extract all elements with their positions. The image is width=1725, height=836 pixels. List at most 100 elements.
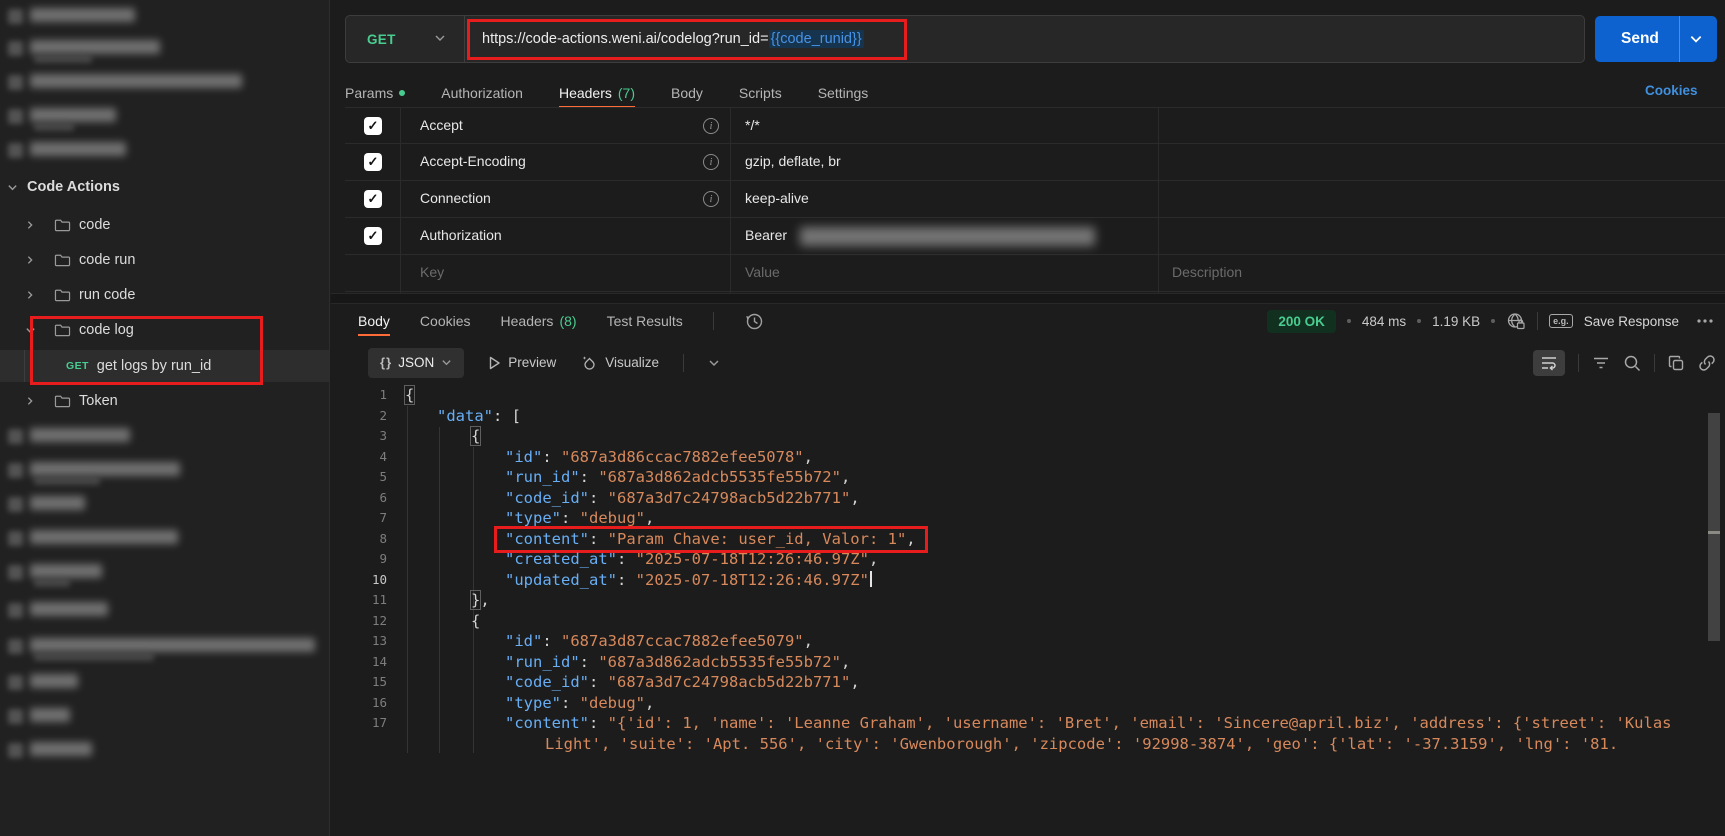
more-options-icon[interactable]: [1696, 318, 1714, 324]
editor-scrollbar[interactable]: [1708, 413, 1720, 641]
line-number: 6: [357, 488, 387, 509]
redacted-sublabel: [34, 55, 92, 63]
status-badge[interactable]: 200 OK: [1267, 310, 1336, 333]
header-value[interactable]: Bearer: [745, 227, 787, 243]
line-number: 16: [357, 693, 387, 714]
value-placeholder[interactable]: Value: [745, 264, 780, 280]
sidebar-folder-code[interactable]: code: [0, 210, 330, 240]
line-number: 15: [357, 672, 387, 693]
braces-icon: { }: [380, 355, 391, 370]
text-cursor: [870, 571, 872, 587]
method-dropdown[interactable]: GET: [346, 31, 464, 47]
globe-lock-icon[interactable]: [1506, 311, 1526, 331]
code-line: 14"run_id": "687a3d862adcb5535fe55b72",: [405, 652, 1690, 673]
header-value[interactable]: */*: [745, 117, 760, 133]
send-button[interactable]: Send: [1595, 16, 1717, 62]
code-line: 6"code_id": "687a3d7c24798acb5d22b771",: [405, 488, 1690, 509]
search-icon[interactable]: [1623, 354, 1641, 372]
header-value[interactable]: keep-alive: [745, 190, 809, 206]
folder-label: code log: [79, 322, 134, 338]
history-icon[interactable]: [744, 311, 764, 331]
code-line: 3{: [405, 426, 1690, 447]
response-time[interactable]: 484 ms: [1362, 314, 1406, 329]
sidebar-collection-code-actions[interactable]: Code Actions: [0, 172, 330, 202]
section-divider[interactable]: [331, 293, 1725, 304]
chevron-down-icon[interactable]: [708, 357, 720, 369]
code-line: 13"id": "687a3d87ccac7882efee5079",: [405, 631, 1690, 652]
redacted-icon: [8, 463, 23, 478]
redacted-sublabel: [34, 579, 70, 587]
tab-params[interactable]: Params: [345, 79, 405, 107]
tab-settings[interactable]: Settings: [818, 79, 869, 107]
code-line: 4"id": "687a3d86ccac7882efee5078",: [405, 447, 1690, 468]
filter-icon[interactable]: [1592, 356, 1610, 370]
checkbox-checked[interactable]: ✓: [364, 227, 382, 245]
tab-response-cookies[interactable]: Cookies: [420, 307, 471, 335]
header-key[interactable]: Connection: [420, 190, 491, 206]
copy-icon[interactable]: [1668, 355, 1685, 372]
visualize-button[interactable]: Visualize: [580, 354, 659, 372]
column-divider: [400, 107, 401, 293]
sidebar-request-get-logs-by-run-id[interactable]: GET get logs by run_id: [0, 350, 330, 382]
collections-sidebar: Code Actions code code run: [0, 0, 330, 836]
redacted-sublabel: [34, 477, 100, 485]
line-number: 7: [357, 508, 387, 529]
response-size[interactable]: 1.19 KB: [1432, 314, 1480, 329]
tab-headers[interactable]: Headers(7): [559, 79, 635, 107]
key-placeholder[interactable]: Key: [420, 264, 444, 280]
preview-button[interactable]: Preview: [488, 355, 556, 370]
line-number: 14: [357, 652, 387, 673]
save-response-button[interactable]: Save Response: [1584, 314, 1679, 329]
code-line: 2"data": [: [405, 406, 1690, 427]
redacted-label: [30, 428, 130, 442]
json-code: 1{2"data": [3{4"id": "687a3d86ccac7882ef…: [405, 385, 1690, 754]
tab-test-results[interactable]: Test Results: [607, 307, 683, 335]
wrap-text-icon[interactable]: [1533, 350, 1565, 376]
divider: [1537, 312, 1538, 330]
tab-authorization[interactable]: Authorization: [441, 79, 523, 107]
tab-response-headers[interactable]: Headers(8): [501, 307, 577, 335]
tree-indent-guide: [24, 350, 25, 382]
redacted-bearer-token: [800, 227, 1095, 246]
redacted-icon: [8, 565, 23, 580]
checkbox-checked[interactable]: ✓: [364, 190, 382, 208]
description-placeholder[interactable]: Description: [1172, 264, 1242, 280]
tab-body[interactable]: Body: [671, 79, 703, 107]
link-icon[interactable]: [1698, 354, 1716, 372]
line-number: 1: [357, 385, 387, 406]
redacted-label: [30, 40, 160, 54]
header-key[interactable]: Authorization: [420, 227, 502, 243]
checkbox-checked[interactable]: ✓: [364, 117, 382, 135]
code-line: 7"type": "debug",: [405, 508, 1690, 529]
send-options-chevron-down-icon[interactable]: [1689, 32, 1703, 49]
dot-separator: [1417, 319, 1421, 323]
table-row: ✓ Authorization Bearer: [345, 218, 1725, 255]
url-input[interactable]: https://code-actions.weni.ai/codelog?run…: [465, 31, 864, 47]
redacted-label: [30, 602, 108, 616]
header-key[interactable]: Accept: [420, 117, 463, 133]
collection-label: Code Actions: [27, 179, 120, 195]
info-icon: i: [703, 118, 719, 134]
header-key[interactable]: Accept-Encoding: [420, 153, 526, 169]
tab-response-body[interactable]: Body: [358, 307, 390, 335]
sidebar-folder-token[interactable]: Token: [0, 386, 330, 416]
url-variable-chip: {{code_runid}}: [769, 30, 864, 48]
dot-separator: [1347, 319, 1351, 323]
sidebar-folder-code-log[interactable]: code log: [0, 315, 330, 345]
checkbox-checked[interactable]: ✓: [364, 153, 382, 171]
sidebar-folder-code-run[interactable]: code run: [0, 245, 330, 275]
redacted-sublabel: [34, 123, 74, 131]
table-row-empty: Key Value Description: [345, 255, 1725, 292]
tab-scripts[interactable]: Scripts: [739, 79, 782, 107]
code-line: 12{: [405, 611, 1690, 632]
method-label: GET: [367, 32, 396, 47]
visualize-icon: [580, 354, 598, 372]
chevron-right-icon: [22, 393, 38, 409]
preview-icon: [488, 356, 501, 370]
format-dropdown[interactable]: { } JSON: [368, 348, 464, 378]
cookies-link[interactable]: Cookies: [1645, 83, 1698, 98]
header-value[interactable]: gzip, deflate, br: [745, 153, 841, 169]
response-body-editor[interactable]: 1{2"data": [3{4"id": "687a3d86ccac7882ef…: [345, 385, 1725, 836]
redacted-icon: [8, 41, 23, 56]
sidebar-folder-run-code[interactable]: run code: [0, 280, 330, 310]
